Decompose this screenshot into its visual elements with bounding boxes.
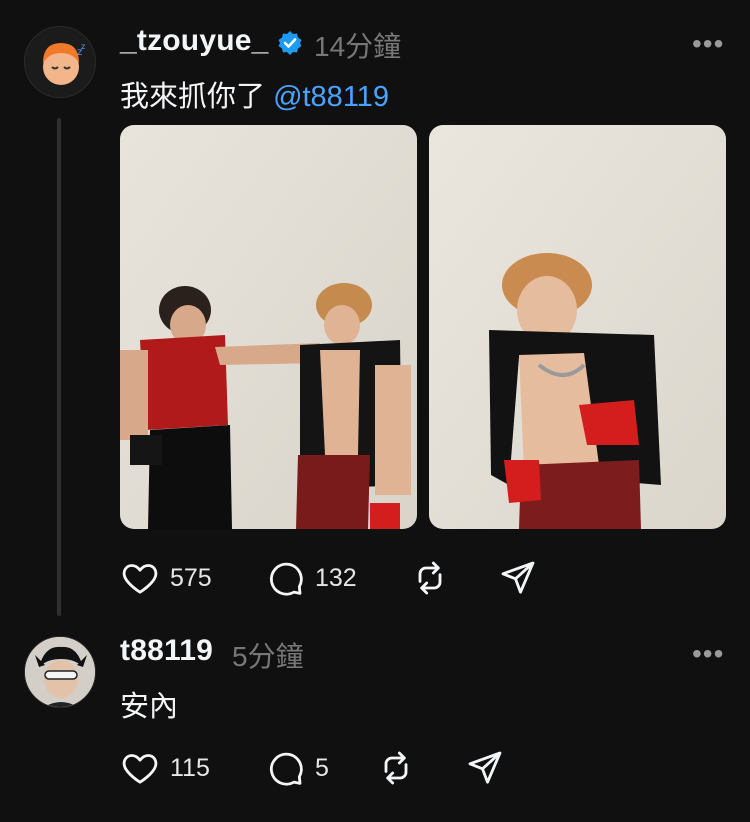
post-repost-button[interactable] bbox=[410, 558, 450, 598]
thread-line bbox=[57, 118, 61, 616]
avatar-t88119[interactable] bbox=[24, 636, 96, 708]
repost-icon bbox=[384, 751, 408, 785]
reply-like-button[interactable]: 115 bbox=[120, 748, 210, 788]
post-username[interactable]: _tzouyue_ bbox=[120, 24, 269, 58]
post-like-button[interactable]: 575 bbox=[120, 558, 212, 598]
comment-icon bbox=[269, 752, 303, 786]
post-share-button[interactable] bbox=[498, 558, 538, 598]
post-comment-count: 132 bbox=[315, 563, 357, 592]
share-icon bbox=[468, 751, 502, 784]
post-text: 我來抓你了 @t88119 bbox=[120, 73, 389, 115]
share-icon bbox=[501, 561, 535, 594]
repost-icon bbox=[418, 561, 442, 595]
heart-icon bbox=[122, 564, 158, 594]
post-text-body: 我來抓你了 bbox=[120, 81, 274, 113]
reply-username[interactable]: t88119 bbox=[120, 634, 213, 668]
reply-timestamp: 5分鐘 bbox=[232, 641, 304, 672]
comment-icon bbox=[269, 562, 303, 596]
post-actions: 575 132 bbox=[120, 558, 540, 598]
svg-text:z: z bbox=[81, 42, 85, 51]
photo-1-image bbox=[120, 125, 417, 529]
avatar-tzouyue[interactable]: z z bbox=[24, 26, 96, 98]
post-timestamp: 14分鐘 bbox=[314, 31, 402, 62]
reply-share-button[interactable] bbox=[465, 748, 505, 788]
reply-more-icon[interactable]: ••• bbox=[692, 640, 724, 668]
reply-repost-button[interactable] bbox=[376, 748, 416, 788]
memoji-avatar-image: z z bbox=[43, 42, 85, 85]
post-mention-link[interactable]: @t88119 bbox=[273, 81, 389, 113]
verified-badge-icon bbox=[278, 31, 302, 55]
profile-photo-image bbox=[25, 637, 95, 707]
post-more-icon[interactable]: ••• bbox=[692, 30, 724, 58]
reply-like-count: 115 bbox=[170, 753, 210, 782]
post-like-count: 575 bbox=[170, 563, 212, 592]
reply-actions: 115 5 bbox=[120, 748, 520, 788]
reply-text: 安內 bbox=[120, 691, 179, 723]
photo-2-image bbox=[429, 125, 726, 529]
reply-comment-button[interactable]: 5 bbox=[265, 748, 329, 788]
reply-comment-count: 5 bbox=[315, 753, 329, 782]
post-photo-2[interactable] bbox=[429, 125, 726, 529]
post-photo-1[interactable] bbox=[120, 125, 417, 529]
post-comment-button[interactable]: 132 bbox=[265, 558, 357, 598]
heart-icon bbox=[122, 754, 158, 784]
